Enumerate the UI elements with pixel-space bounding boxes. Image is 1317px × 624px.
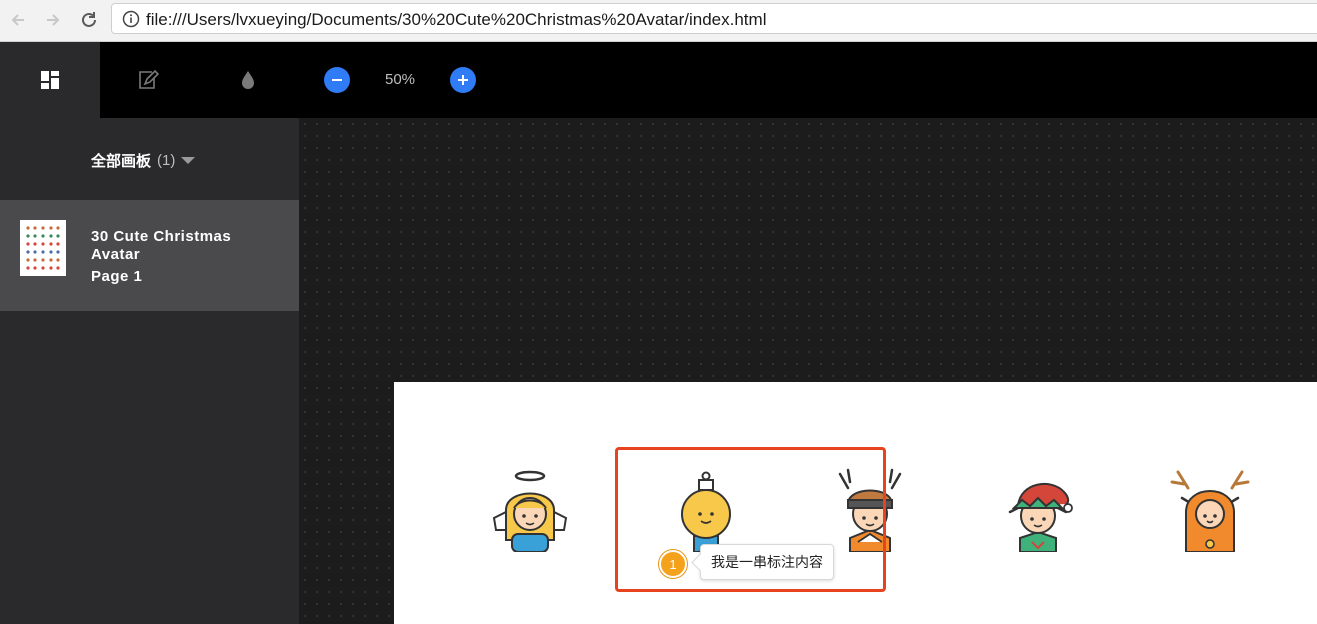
zoom-in-button[interactable] [450, 67, 476, 93]
url-text: file:///Users/lvxueying/Documents/30%20C… [146, 10, 767, 29]
thumbnail-preview-icon [26, 226, 60, 270]
artboards-sidebar: 全部画板 (1) 30 Cute Christmas Avatar Page 1 [0, 118, 299, 624]
zoom-out-button[interactable] [324, 67, 350, 93]
artboard-thumbnail [20, 220, 66, 276]
browser-toolbar: file:///Users/lvxueying/Documents/30%20C… [0, 0, 1317, 42]
tab-artboards[interactable] [0, 42, 100, 118]
artboard-preview[interactable]: 1 我是一串标注内容 [394, 382, 1317, 624]
reload-icon [82, 12, 96, 27]
artboards-header-label: 全部画板 [91, 153, 152, 170]
artboard-page-name: Page 1 [91, 268, 143, 285]
back-arrow-icon [11, 14, 24, 26]
minus-icon [332, 79, 342, 81]
annotate-pen-icon [139, 69, 159, 89]
artboards-filter-dropdown[interactable]: 全部画板 (1) [91, 150, 196, 171]
annotation-number-badge[interactable]: 1 [659, 550, 687, 578]
plus-icon [458, 75, 468, 85]
color-drop-icon [242, 71, 254, 89]
artboard-title: 30 Cute Christmas Avatar [91, 228, 232, 263]
tab-annotate[interactable] [98, 42, 198, 118]
back-button[interactable] [6, 8, 30, 32]
forward-button[interactable] [41, 8, 65, 32]
annotation-text: 我是一串标注内容 [711, 555, 823, 571]
artboard-list-item[interactable]: 30 Cute Christmas Avatar Page 1 [0, 200, 299, 311]
angel-avatar-icon[interactable] [488, 468, 572, 552]
chevron-down-icon [181, 157, 196, 164]
app-toolbar: 50% [0, 42, 1317, 118]
zoom-level: 50% [384, 71, 416, 88]
info-icon[interactable] [122, 10, 140, 28]
annotation-tooltip: 我是一串标注内容 [691, 544, 834, 580]
reindeer-costume-avatar-icon[interactable] [1168, 468, 1252, 552]
elf-avatar-icon[interactable] [996, 468, 1080, 552]
artboards-count: (1) [157, 152, 176, 169]
tab-colors[interactable] [198, 42, 298, 118]
design-canvas[interactable]: 1 我是一串标注内容 [299, 118, 1317, 624]
address-bar[interactable]: file:///Users/lvxueying/Documents/30%20C… [111, 3, 1317, 34]
reload-button[interactable] [77, 8, 101, 32]
artboards-grid-icon [41, 71, 59, 89]
forward-arrow-icon [47, 14, 60, 26]
